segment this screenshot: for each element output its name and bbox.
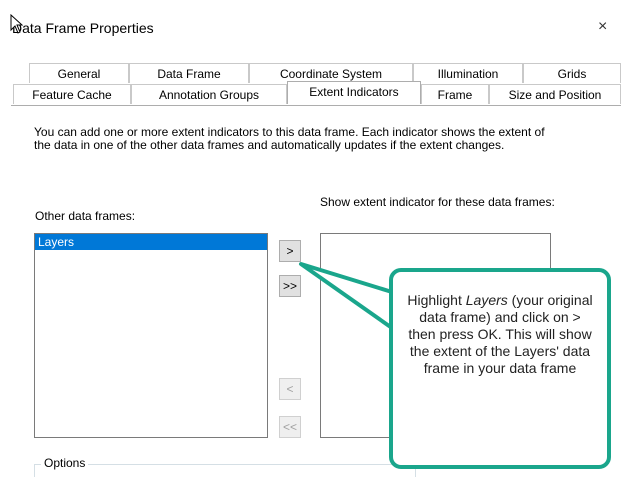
list-item-layers[interactable]: Layers bbox=[35, 234, 267, 250]
options-group-label: Options bbox=[41, 456, 89, 470]
show-extent-label: Show extent indicator for these data fra… bbox=[320, 195, 555, 209]
tab-frame[interactable]: Frame bbox=[421, 84, 489, 104]
other-frames-label: Other data frames: bbox=[35, 209, 136, 223]
instruction-callout: Highlight Layers (your original data fra… bbox=[389, 268, 611, 469]
tab-data-frame[interactable]: Data Frame bbox=[129, 63, 249, 83]
close-icon[interactable]: × bbox=[598, 18, 607, 36]
tab-row-bottom: Feature Cache Annotation Groups Extent I… bbox=[13, 81, 621, 105]
tab-illumination[interactable]: Illumination bbox=[413, 63, 523, 83]
remove-button[interactable]: < bbox=[279, 378, 301, 400]
tab-feature-cache[interactable]: Feature Cache bbox=[13, 84, 131, 104]
callout-text-layers: Layers bbox=[465, 292, 508, 308]
options-group bbox=[34, 464, 416, 477]
tab-panel-border bbox=[11, 105, 621, 106]
callout-text-prefix: Highlight bbox=[407, 292, 466, 308]
remove-all-button[interactable]: << bbox=[279, 416, 301, 438]
window-title: Data Frame Properties bbox=[12, 20, 154, 36]
tab-grids[interactable]: Grids bbox=[523, 63, 621, 83]
tab-coordinate-system[interactable]: Coordinate System bbox=[249, 63, 413, 83]
tab-extent-indicators[interactable]: Extent Indicators bbox=[287, 81, 421, 104]
pointer-cursor-icon bbox=[10, 13, 24, 37]
tab-annotation-groups[interactable]: Annotation Groups bbox=[131, 84, 287, 104]
other-frames-list[interactable]: Layers bbox=[34, 233, 268, 438]
tab-size-and-position[interactable]: Size and Position bbox=[489, 84, 621, 104]
description-text: You can add one or more extent indicator… bbox=[34, 125, 545, 152]
tab-general[interactable]: General bbox=[29, 63, 129, 83]
